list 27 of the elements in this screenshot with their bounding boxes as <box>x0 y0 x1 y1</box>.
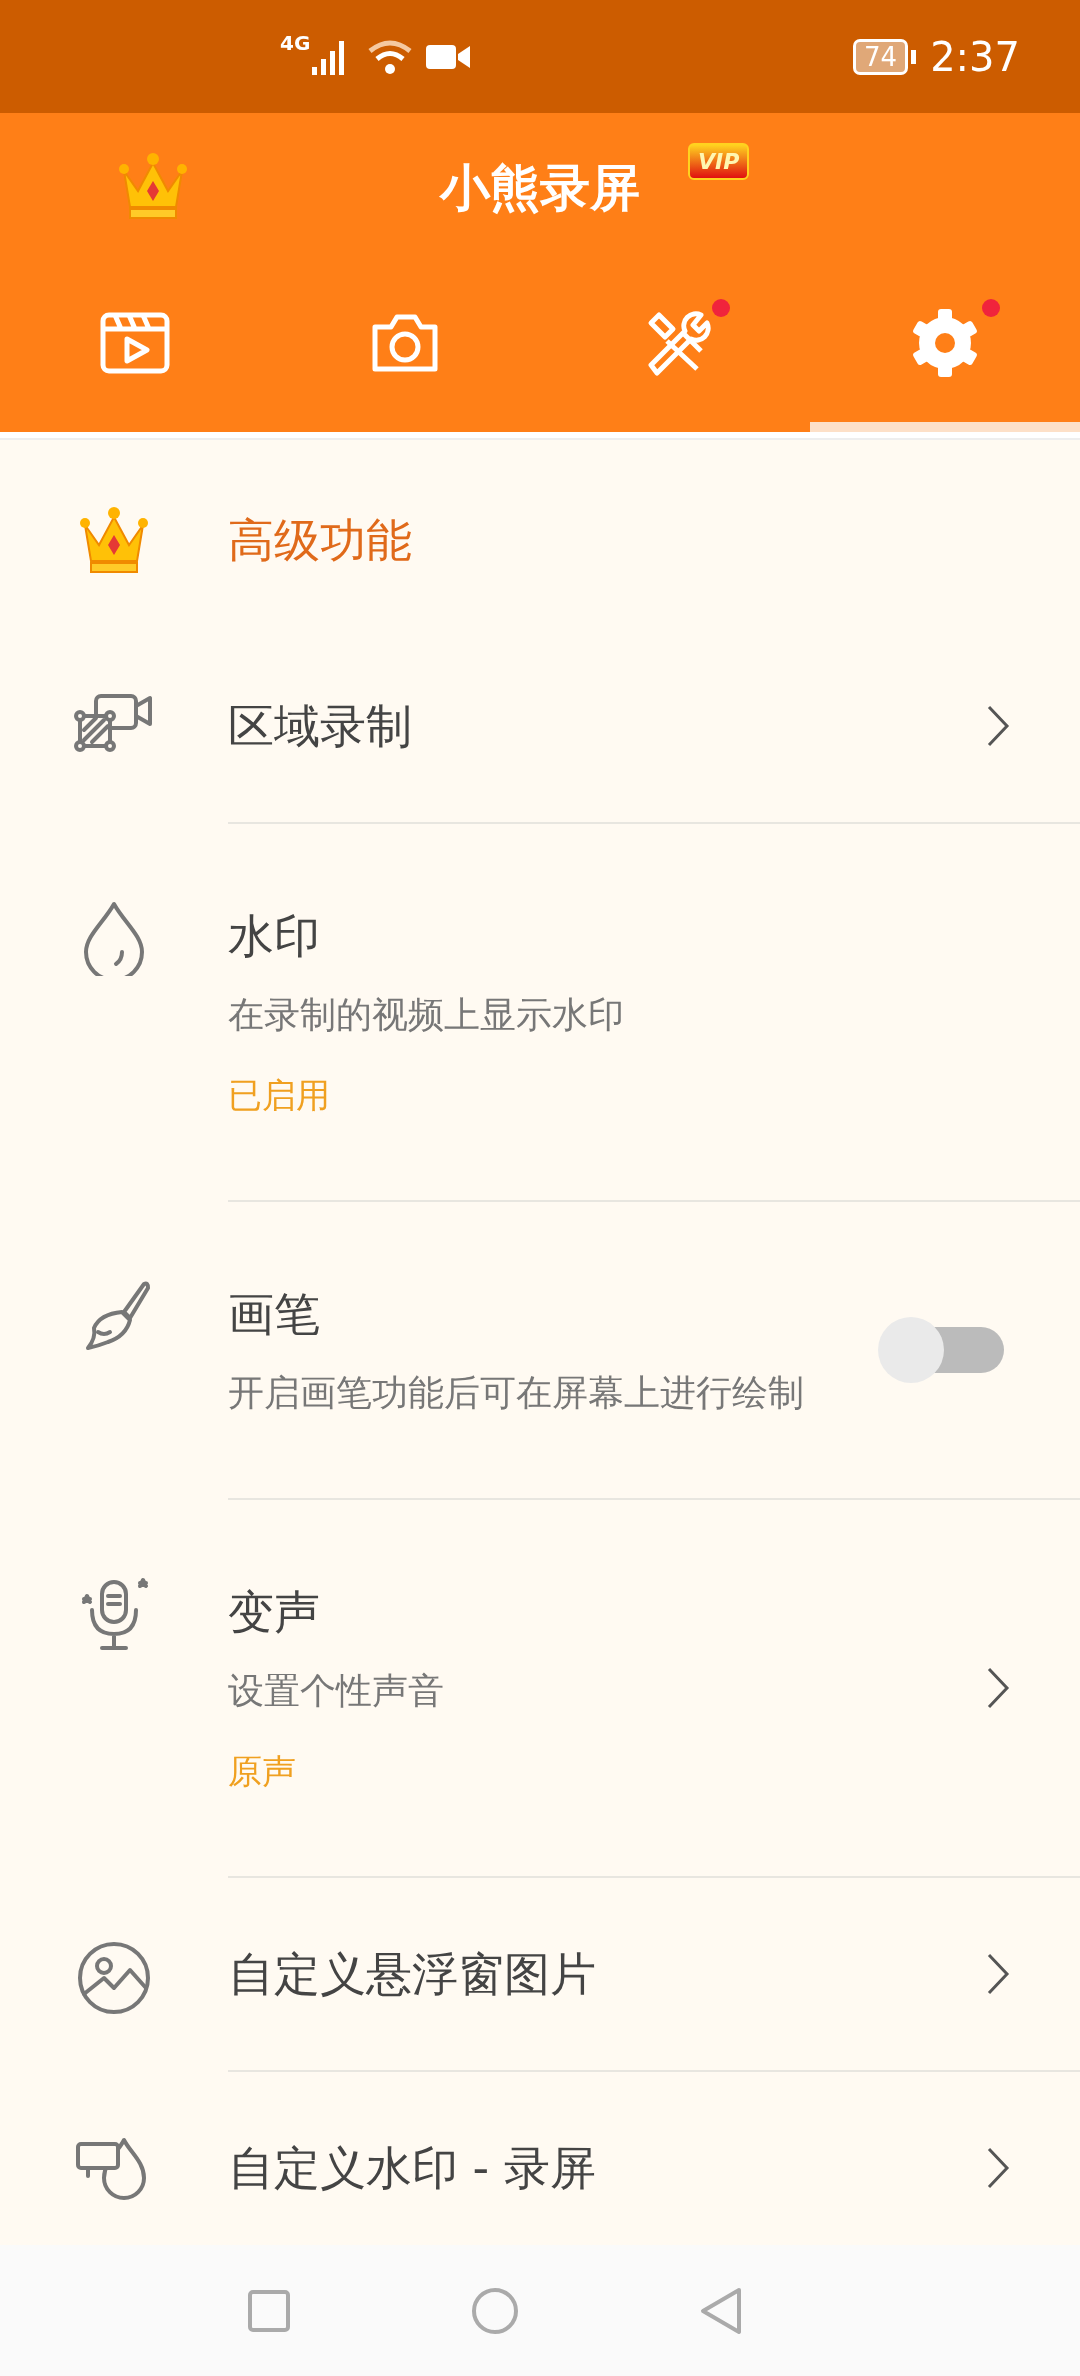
item-description: 设置个性声音 <box>228 1669 445 1713</box>
item-title: 自定义水印 - 录屏 <box>228 2140 597 2197</box>
item-description: 开启画笔功能后可在屏幕上进行绘制 <box>228 1371 805 1415</box>
app-title: 小熊录屏 <box>440 157 640 219</box>
item-title: 变声 <box>228 1584 321 1641</box>
item-status: 已启用 <box>228 1074 331 1117</box>
chevron-right-icon[interactable] <box>986 704 1010 748</box>
clock: 2:37 <box>930 32 1020 82</box>
chevron-right-icon[interactable] <box>986 1666 1010 1710</box>
recents-button[interactable] <box>247 2288 291 2333</box>
network-label: 4G <box>280 30 311 57</box>
battery-level: 74 <box>853 38 909 75</box>
item-title: 水印 <box>228 908 321 965</box>
back-button[interactable] <box>699 2286 743 2335</box>
item-description: 在录制的视频上显示水印 <box>228 993 625 1037</box>
crown-icon <box>79 505 149 575</box>
item-status: 原声 <box>228 1750 297 1793</box>
chevron-right-icon[interactable] <box>986 2146 1010 2190</box>
item-title: 画笔 <box>228 1286 321 1343</box>
chevron-right-icon[interactable] <box>986 1952 1010 1996</box>
section-title: 高级功能 <box>228 511 412 569</box>
crown-icon[interactable] <box>118 151 188 221</box>
item-title: 自定义悬浮窗图片 <box>228 1946 597 2003</box>
item-title: 区域录制 <box>228 698 413 755</box>
battery-tip <box>911 49 917 64</box>
vip-badge: VIP <box>688 143 750 180</box>
home-button[interactable] <box>471 2286 519 2335</box>
